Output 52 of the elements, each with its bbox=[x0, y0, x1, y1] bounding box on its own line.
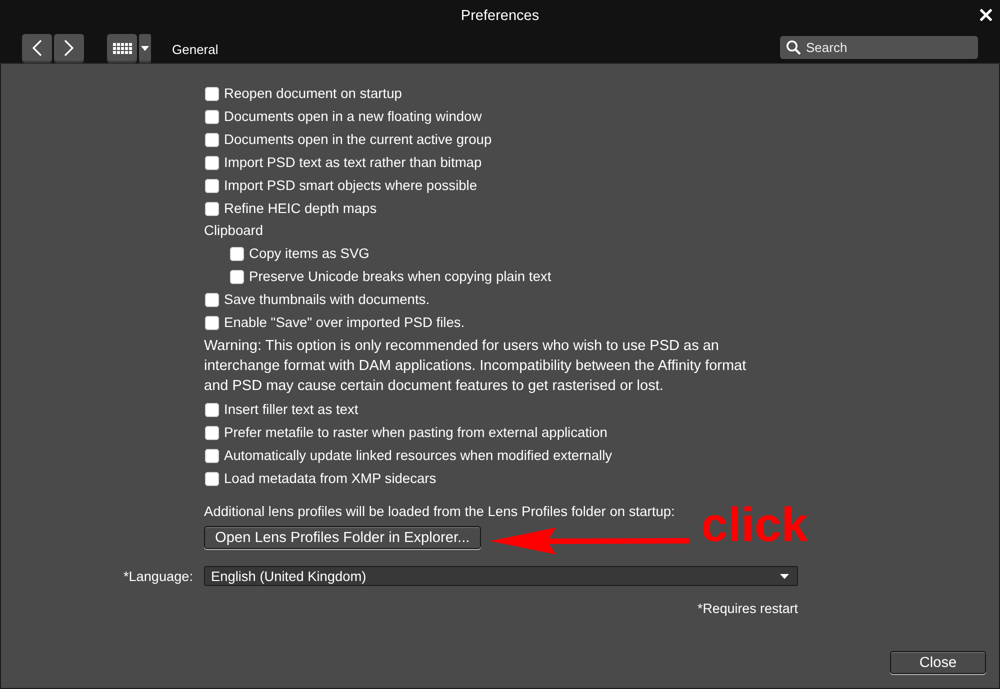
arrow-icon bbox=[490, 526, 690, 556]
checkbox[interactable] bbox=[230, 270, 244, 284]
caret-down-icon bbox=[780, 574, 789, 578]
option-label: Reopen document on startup bbox=[224, 86, 402, 102]
checkbox[interactable] bbox=[230, 246, 244, 260]
checkbox[interactable] bbox=[205, 472, 219, 486]
search-icon bbox=[786, 40, 801, 55]
back-button[interactable] bbox=[22, 34, 52, 62]
checkbox[interactable] bbox=[205, 402, 219, 416]
option-label: Save thumbnails with documents. bbox=[224, 292, 430, 308]
section-title: General bbox=[172, 40, 218, 58]
chevron-left-icon bbox=[31, 39, 43, 57]
option-label: Prefer metafile to raster when pasting from external application bbox=[224, 424, 608, 440]
window-title: Preferences bbox=[460, 7, 540, 25]
caret-down-icon bbox=[141, 46, 149, 50]
lens-profiles-note: Additional lens profiles will be loaded from the Lens Profiles folder on startup: bbox=[204, 503, 675, 520]
grid-view-button[interactable] bbox=[107, 34, 137, 62]
option-label: Preserve Unicode breaks when copying plain text bbox=[249, 268, 552, 284]
option-label: Refine HEIC depth maps bbox=[224, 200, 377, 216]
annotation-text: click bbox=[701, 502, 808, 550]
checkbox[interactable] bbox=[205, 316, 219, 330]
dropdown-button[interactable] bbox=[139, 34, 151, 62]
option-label: Enable "Save" over imported PSD files. bbox=[224, 314, 465, 330]
forward-button[interactable] bbox=[54, 34, 84, 62]
checkbox[interactable] bbox=[205, 86, 219, 100]
option-label: Import PSD smart objects where possible bbox=[224, 178, 478, 194]
option-label: Documents open in the current active group bbox=[224, 132, 492, 148]
search-field[interactable]: Search bbox=[780, 36, 978, 59]
language-dropdown[interactable]: English (United Kingdom) bbox=[204, 566, 798, 586]
option-label: Insert filler text as text bbox=[224, 402, 358, 418]
checkbox[interactable] bbox=[205, 292, 219, 306]
restart-note: *Requires restart bbox=[698, 600, 798, 617]
close-button[interactable]: Close bbox=[890, 651, 986, 674]
checkbox[interactable] bbox=[205, 178, 219, 192]
option-label: Load metadata from XMP sidecars bbox=[224, 470, 436, 486]
option-label: Copy items as SVG bbox=[249, 246, 370, 262]
group-heading: Clipboard bbox=[204, 222, 264, 240]
grid-icon bbox=[112, 42, 132, 54]
chevron-right-icon bbox=[63, 39, 75, 57]
checkbox[interactable] bbox=[205, 156, 219, 170]
warning-text: Warning: This option is only recommended for users who wish to use PSD as an interchange format with DAM applications. Incompatibility between the Affinity format and PSD may cause certain document features to get rasterised or lost. bbox=[204, 337, 748, 396]
checkbox[interactable] bbox=[205, 132, 219, 146]
option-label: Automatically update linked resources when modified externally bbox=[224, 448, 612, 464]
checkbox[interactable] bbox=[205, 110, 219, 124]
open-folder-button[interactable]: Open Lens Profiles Folder in Explorer... bbox=[204, 526, 481, 549]
language-label: *Language: bbox=[123, 568, 193, 585]
checkbox[interactable] bbox=[205, 426, 219, 440]
checkbox[interactable] bbox=[205, 448, 219, 462]
option-label: Documents open in a new floating window bbox=[224, 108, 482, 124]
checkbox[interactable] bbox=[205, 202, 219, 216]
close-icon[interactable] bbox=[980, 9, 992, 21]
option-label: Import PSD text as text rather than bitmap bbox=[224, 154, 482, 170]
